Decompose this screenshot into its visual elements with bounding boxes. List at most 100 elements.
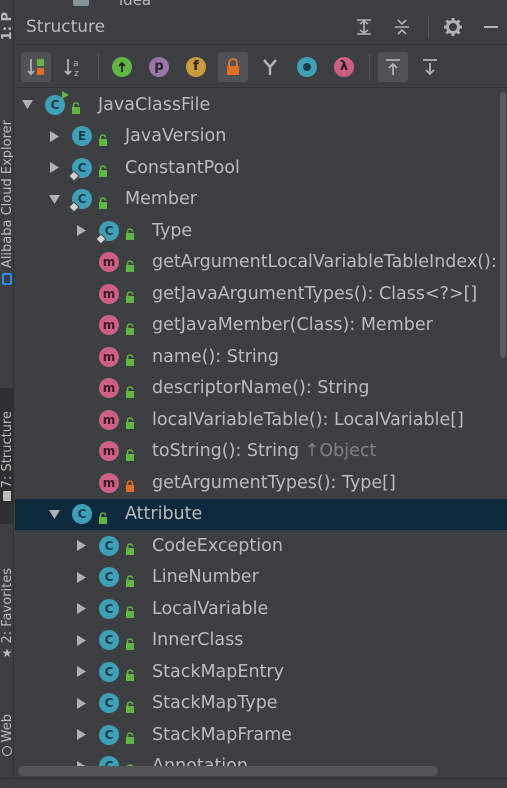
tree-class-row[interactable]: C Attribute xyxy=(15,498,507,530)
tree-class-row[interactable]: E JavaVersion xyxy=(15,121,507,153)
static-marker-icon xyxy=(68,201,80,213)
tree-node-text: toString(): String xyxy=(152,441,300,462)
autoscroll-from-source-button[interactable] xyxy=(415,52,445,82)
tree-class-row[interactable]: C StackMapType xyxy=(15,688,507,720)
show-inherited-button[interactable] xyxy=(107,52,137,82)
tree-node-text: Annotation xyxy=(152,756,248,766)
collapsed-arrow-icon[interactable] xyxy=(74,633,88,647)
tree-class-row[interactable]: C CodeException xyxy=(15,530,507,562)
horizontal-scrollbar[interactable] xyxy=(18,766,438,776)
tree-class-row[interactable]: C LocalVariable xyxy=(15,593,507,625)
sort-alpha-icon: az xyxy=(64,58,79,78)
collapsed-arrow-icon[interactable] xyxy=(74,665,88,679)
show-non-public-button[interactable] xyxy=(218,51,248,82)
node-icons: C xyxy=(95,220,139,245)
tree-node-label: CodeException xyxy=(152,536,283,556)
collapse-all-icon xyxy=(395,18,409,35)
tree-class-row[interactable]: C Type xyxy=(15,215,507,247)
collapsed-arrow-icon[interactable] xyxy=(74,224,88,238)
method-icon: m xyxy=(99,252,119,273)
tree-class-row[interactable]: C InnerClass xyxy=(15,625,507,657)
collapse-all-button[interactable] xyxy=(390,15,414,39)
method-icon: m xyxy=(99,346,119,367)
toolbar-separator-2 xyxy=(369,53,370,80)
expanded-arrow-icon[interactable] xyxy=(47,507,61,521)
expand-all-button[interactable] xyxy=(352,15,376,39)
tree-method-row[interactable]: m getArgumentTypes(): Type[] xyxy=(15,467,507,499)
public-visibility-icon xyxy=(125,572,135,587)
node-icons: C xyxy=(99,661,139,683)
collapsed-arrow-icon[interactable] xyxy=(47,161,61,175)
expanded-arrow-icon[interactable] xyxy=(47,192,61,206)
show-fields-button[interactable]: f xyxy=(181,52,211,82)
tree-method-row[interactable]: m toString(): String ↑Object xyxy=(15,436,507,468)
autoscroll-to-source-button[interactable] xyxy=(378,51,408,82)
node-icons: C xyxy=(99,724,139,746)
settings-button[interactable] xyxy=(441,15,465,39)
tree-class-row[interactable]: C Annotation xyxy=(15,751,507,766)
show-properties-button[interactable]: p xyxy=(144,52,174,82)
tree-method-row[interactable]: m getJavaMember(Class): Member xyxy=(15,310,507,342)
tree-class-row[interactable]: C JavaClassFile xyxy=(15,89,507,121)
svg-text:a: a xyxy=(73,59,79,69)
minimize-button[interactable] xyxy=(479,15,503,39)
tree-node-label: StackMapFrame xyxy=(152,725,292,745)
bottom-status-strip xyxy=(0,778,507,788)
show-lambdas-button[interactable]: λ xyxy=(329,52,359,82)
show-anonymous-button[interactable] xyxy=(255,52,285,82)
favorites-tab-label: 2: Favorites xyxy=(0,568,14,644)
collapsed-arrow-icon[interactable] xyxy=(74,728,88,742)
method-icon: m xyxy=(99,283,119,304)
collapsed-arrow-icon[interactable] xyxy=(47,129,61,143)
class-icon: C xyxy=(99,661,119,682)
globe-icon xyxy=(2,745,12,756)
collapsed-arrow-icon[interactable] xyxy=(74,602,88,616)
expanded-arrow-icon[interactable] xyxy=(20,98,34,112)
tree-node-label: localVariableTable(): LocalVariable[] xyxy=(152,410,464,430)
tree-node-text: StackMapType xyxy=(152,693,278,714)
structure-tree: C JavaClassFile E JavaVersion C ConstantPool C… xyxy=(15,89,507,766)
tree-class-row[interactable]: C LineNumber xyxy=(15,562,507,594)
alibaba-tab-label: Alibaba Cloud Explorer xyxy=(0,120,14,269)
web-tab-label: Web xyxy=(0,714,14,743)
web-tab[interactable]: Web xyxy=(0,700,14,770)
structure-tab[interactable]: 7: Structure xyxy=(0,388,13,524)
lambda-icon: λ xyxy=(334,56,354,77)
tree-method-row[interactable]: m name(): String xyxy=(15,341,507,373)
project-tab[interactable]: 1: P xyxy=(0,0,13,52)
sort-alphabetically-button[interactable]: az xyxy=(58,52,88,82)
node-icons: m xyxy=(99,409,139,431)
tree-class-row[interactable]: C StackMapEntry xyxy=(15,656,507,688)
tree-method-row[interactable]: m localVariableTable(): LocalVariable[] xyxy=(15,404,507,436)
lock-icon xyxy=(227,57,239,75)
tree-node-text: StackMapEntry xyxy=(152,661,284,682)
node-icons: m xyxy=(99,440,139,462)
tree-class-row[interactable]: C ConstantPool xyxy=(15,152,507,184)
tree-node-text: LocalVariable xyxy=(152,598,269,619)
node-icons: C xyxy=(68,188,112,213)
tree-method-row[interactable]: m getArgumentLocalVariableTableIndex(): i… xyxy=(15,247,507,279)
node-icons: C xyxy=(45,90,85,116)
public-visibility-icon xyxy=(98,131,108,146)
field-icon: f xyxy=(186,56,206,77)
tree-method-row[interactable]: m getJavaArgumentTypes(): Class<?>[] xyxy=(15,278,507,310)
collapsed-arrow-icon[interactable] xyxy=(74,539,88,553)
favorites-tab[interactable]: 2: Favorites ★ xyxy=(0,552,14,676)
collapsed-arrow-icon[interactable] xyxy=(74,570,88,584)
collapsed-arrow-icon[interactable] xyxy=(74,696,88,710)
tree-node-label: getJavaMember(Class): Member xyxy=(152,315,433,335)
alibaba-cloud-explorer-tab[interactable]: Alibaba Cloud Explorer xyxy=(0,100,14,305)
structure-panel-header: Structure xyxy=(15,9,507,45)
tree-class-row[interactable]: C Member xyxy=(15,184,507,216)
collapsed-arrow-icon[interactable] xyxy=(74,759,88,766)
sort-by-visibility-button[interactable] xyxy=(21,51,51,82)
method-icon: m xyxy=(99,378,119,399)
run-marker-icon xyxy=(62,90,69,99)
star-icon: ★ xyxy=(1,645,13,660)
show-local-button[interactable] xyxy=(292,52,322,82)
tree-node-text: getArgumentTypes(): Type[] xyxy=(152,472,396,493)
tree-method-row[interactable]: m descriptorName(): String xyxy=(15,373,507,405)
vertical-scrollbar[interactable] xyxy=(500,92,506,358)
tree-class-row[interactable]: C StackMapFrame xyxy=(15,719,507,751)
public-visibility-icon xyxy=(125,446,135,461)
